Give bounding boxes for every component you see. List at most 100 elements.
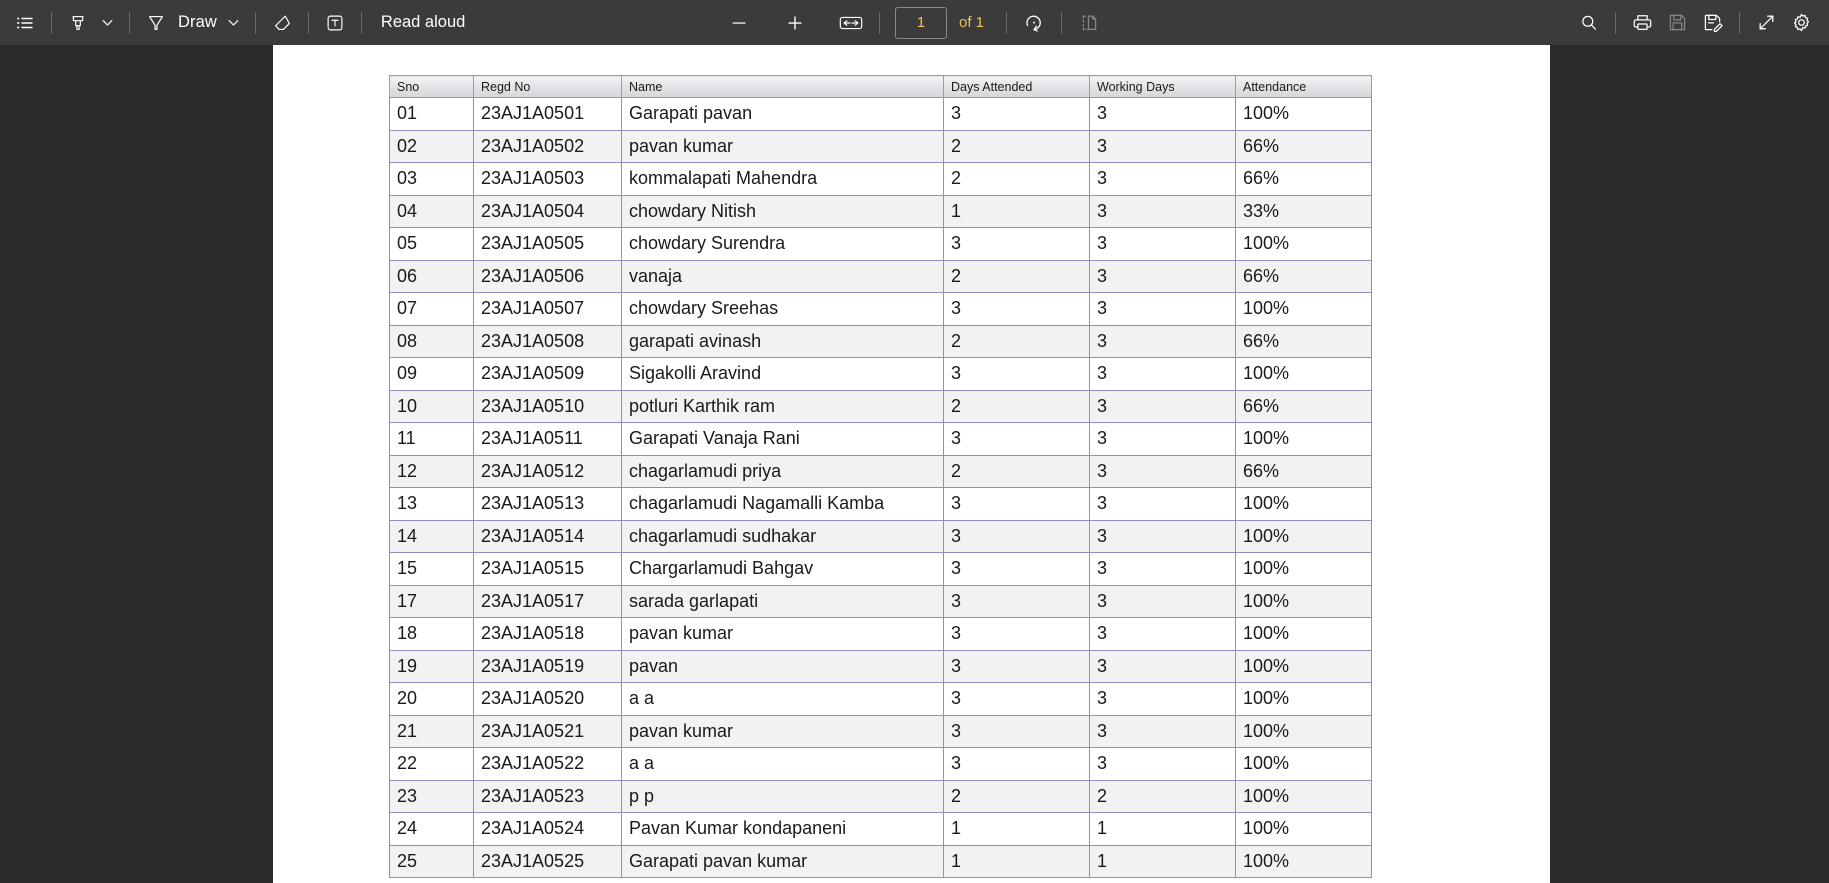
- cell-name: vanaja: [621, 259, 944, 293]
- column-header-attendance: Attendance: [1235, 75, 1372, 98]
- toolbar-center-group: of 1: [605, 6, 1225, 40]
- cell-working-days: 2: [1089, 779, 1236, 813]
- cell-attendance: 66%: [1235, 162, 1372, 196]
- cell-regd-no: 23AJ1A0508: [473, 324, 622, 358]
- table-row: 17 23AJ1A0517 sarada garlapati 3 3 100%: [389, 584, 1372, 618]
- cell-days-attended: 3: [943, 487, 1090, 521]
- cell-working-days: 1: [1089, 812, 1236, 846]
- column-header-regd-no: Regd No: [473, 75, 622, 98]
- cell-sno: 21: [389, 714, 474, 748]
- list-view-icon[interactable]: [8, 6, 42, 40]
- cell-attendance: 100%: [1235, 357, 1372, 391]
- toolbar-right-group: [1572, 6, 1819, 40]
- cell-working-days: 3: [1089, 194, 1236, 228]
- cell-working-days: 3: [1089, 552, 1236, 586]
- cell-name: pavan: [621, 649, 944, 683]
- text-tool-icon[interactable]: [318, 6, 352, 40]
- read-aloud-button[interactable]: Read aloud: [371, 6, 475, 40]
- zoom-out-button[interactable]: [722, 6, 756, 40]
- cell-name: chowdary Surendra: [621, 227, 944, 261]
- cell-regd-no: 23AJ1A0506: [473, 259, 622, 293]
- highlighter-dropdown-icon[interactable]: [95, 6, 120, 40]
- search-icon[interactable]: [1572, 6, 1606, 40]
- cell-working-days: 3: [1089, 714, 1236, 748]
- cell-sno: 04: [389, 194, 474, 228]
- table-row: 12 23AJ1A0512 chagarlamudi priya 2 3 66%: [389, 454, 1372, 488]
- zoom-in-button[interactable]: [778, 6, 812, 40]
- cell-days-attended: 3: [943, 617, 1090, 651]
- cell-days-attended: 2: [943, 324, 1090, 358]
- table-row: 15 23AJ1A0515 Chargarlamudi Bahgav 3 3 100%: [389, 552, 1372, 586]
- column-header-sno: Sno: [389, 75, 474, 98]
- cell-days-attended: 3: [943, 747, 1090, 781]
- cell-working-days: 3: [1089, 324, 1236, 358]
- cell-working-days: 1: [1089, 844, 1236, 878]
- cell-days-attended: 3: [943, 292, 1090, 326]
- page-count-label: of 1: [958, 14, 985, 31]
- cell-days-attended: 3: [943, 422, 1090, 456]
- cell-regd-no: 23AJ1A0524: [473, 812, 622, 846]
- cell-sno: 18: [389, 617, 474, 651]
- pdf-page-1: Sno Regd No Name Days Attended Working D…: [273, 45, 1550, 883]
- page-number-input[interactable]: [894, 6, 947, 39]
- draw-tool-label[interactable]: Draw: [173, 13, 221, 32]
- save-icon[interactable]: [1660, 6, 1695, 40]
- cell-working-days: 3: [1089, 747, 1236, 781]
- fullscreen-icon[interactable]: [1749, 6, 1784, 40]
- print-icon[interactable]: [1625, 6, 1660, 40]
- cell-attendance: 100%: [1235, 292, 1372, 326]
- cell-days-attended: 1: [943, 812, 1090, 846]
- fit-to-width-icon[interactable]: [832, 6, 870, 40]
- cell-days-attended: 3: [943, 649, 1090, 683]
- table-row: 04 23AJ1A0504 chowdary Nitish 1 3 33%: [389, 194, 1372, 228]
- cell-sno: 13: [389, 487, 474, 521]
- cell-attendance: 100%: [1235, 617, 1372, 651]
- toolbar-separator: [1006, 11, 1008, 34]
- toolbar-separator: [254, 11, 256, 34]
- column-header-name: Name: [621, 75, 944, 98]
- cell-regd-no: 23AJ1A0517: [473, 584, 622, 618]
- table-row: 05 23AJ1A0505 chowdary Surendra 3 3 100%: [389, 227, 1372, 261]
- cell-sno: 20: [389, 682, 474, 716]
- save-as-icon[interactable]: [1695, 6, 1730, 40]
- cell-days-attended: 1: [943, 194, 1090, 228]
- cell-sno: 17: [389, 584, 474, 618]
- cell-days-attended: 1: [943, 844, 1090, 878]
- pdf-viewer-toolbar: Draw Read aloud 1 of 1: [0, 0, 1829, 45]
- cell-working-days: 3: [1089, 584, 1236, 618]
- eraser-icon[interactable]: [265, 6, 299, 40]
- column-header-working-days: Working Days: [1089, 75, 1236, 98]
- page-layout-icon[interactable]: [1071, 6, 1107, 40]
- cell-regd-no: 23AJ1A0513: [473, 487, 622, 521]
- cell-name: pavan kumar: [621, 714, 944, 748]
- cell-name: pavan kumar: [621, 129, 944, 163]
- table-row: 07 23AJ1A0507 chowdary Sreehas 3 3 100%: [389, 292, 1372, 326]
- cell-working-days: 3: [1089, 389, 1236, 423]
- cell-regd-no: 23AJ1A0519: [473, 649, 622, 683]
- cell-sno: 15: [389, 552, 474, 586]
- table-row: 14 23AJ1A0514 chagarlamudi sudhakar 3 3 100%: [389, 519, 1372, 553]
- cell-attendance: 100%: [1235, 714, 1372, 748]
- document-viewport[interactable]: Sno Regd No Name Days Attended Working D…: [0, 45, 1829, 883]
- table-row: 01 23AJ1A0501 Garapati pavan 3 3 100%: [389, 97, 1372, 131]
- cell-regd-no: 23AJ1A0525: [473, 844, 622, 878]
- cell-attendance: 100%: [1235, 422, 1372, 456]
- cell-working-days: 3: [1089, 487, 1236, 521]
- highlighter-icon[interactable]: [61, 6, 95, 40]
- cell-regd-no: 23AJ1A0505: [473, 227, 622, 261]
- table-row: 09 23AJ1A0509 Sigakolli Aravind 3 3 100%: [389, 357, 1372, 391]
- draw-dropdown-icon[interactable]: [221, 6, 246, 40]
- cell-sno: 22: [389, 747, 474, 781]
- cell-regd-no: 23AJ1A0501: [473, 97, 622, 131]
- column-header-days-attended: Days Attended: [943, 75, 1090, 98]
- rotate-icon[interactable]: [1016, 6, 1052, 40]
- table-row: 19 23AJ1A0519 pavan 3 3 100%: [389, 649, 1372, 683]
- cell-name: garapati avinash: [621, 324, 944, 358]
- cell-days-attended: 3: [943, 552, 1090, 586]
- cell-attendance: 33%: [1235, 194, 1372, 228]
- cell-name: a a: [621, 747, 944, 781]
- cell-working-days: 3: [1089, 422, 1236, 456]
- settings-icon[interactable]: [1784, 6, 1819, 40]
- cell-days-attended: 3: [943, 357, 1090, 391]
- pen-draw-icon[interactable]: [139, 6, 173, 40]
